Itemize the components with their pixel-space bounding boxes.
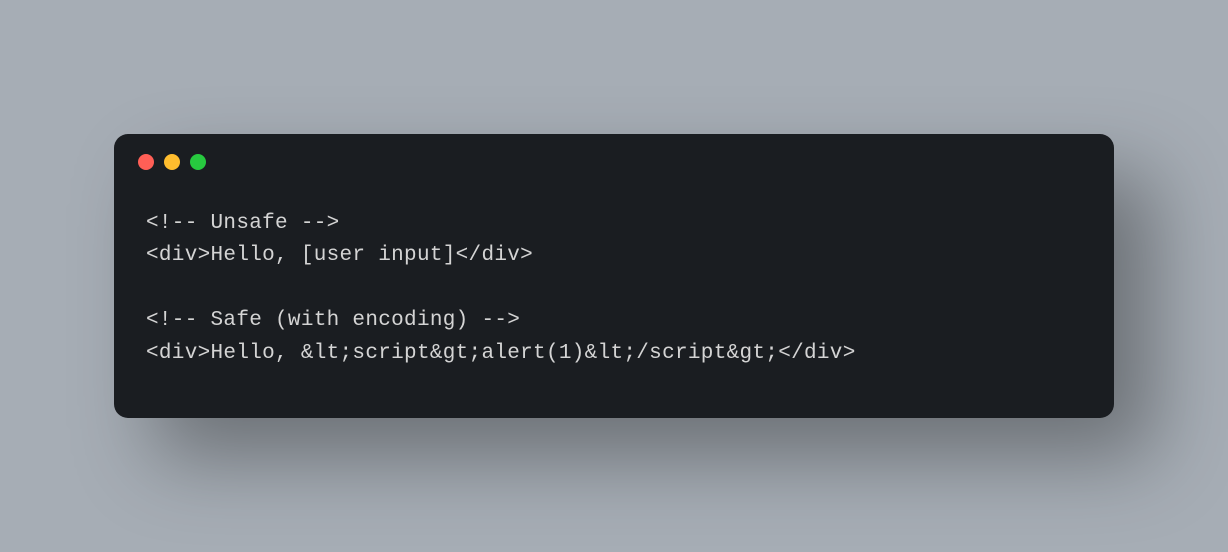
code-line: <div>Hello, &lt;script&gt;alert(1)&lt;/s… [146, 338, 1082, 371]
code-line: <div>Hello, [user input]</div> [146, 240, 1082, 273]
code-line: <!-- Unsafe --> [146, 208, 1082, 241]
code-block: <!-- Unsafe --> <div>Hello, [user input]… [114, 170, 1114, 419]
minimize-icon[interactable] [164, 154, 180, 170]
window-titlebar [114, 134, 1114, 170]
close-icon[interactable] [138, 154, 154, 170]
maximize-icon[interactable] [190, 154, 206, 170]
code-line [146, 273, 1082, 306]
code-window: <!-- Unsafe --> <div>Hello, [user input]… [114, 134, 1114, 419]
code-line: <!-- Safe (with encoding) --> [146, 305, 1082, 338]
